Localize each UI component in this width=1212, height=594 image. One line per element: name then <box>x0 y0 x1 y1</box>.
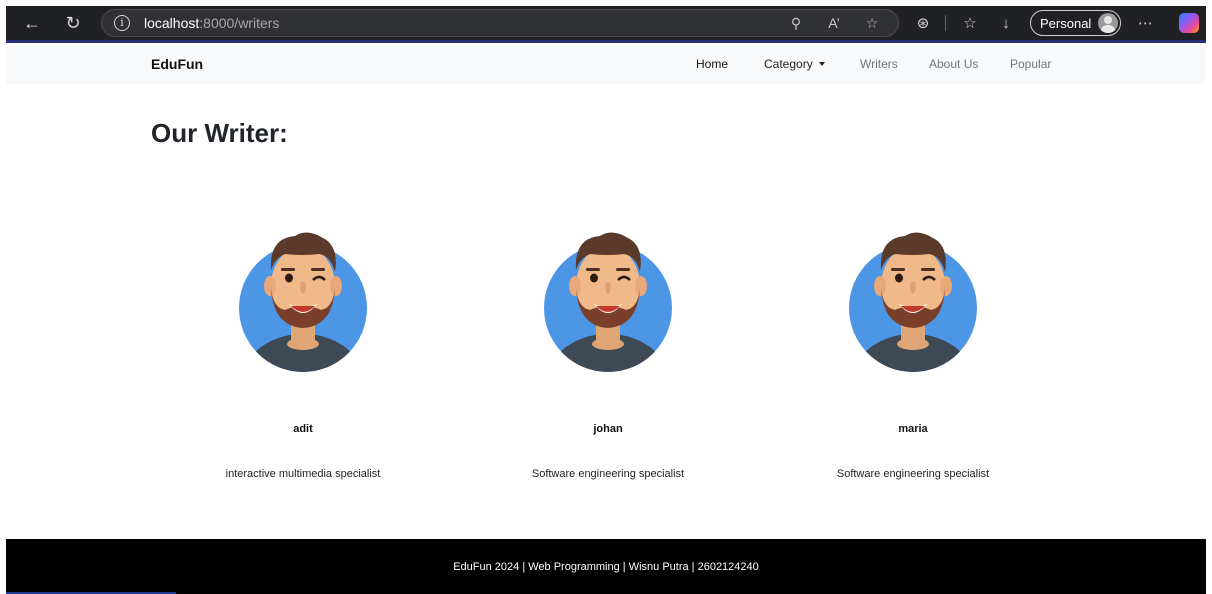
brand-logo[interactable]: EduFun <box>151 56 203 72</box>
nav-category-dropdown[interactable]: Category <box>764 57 860 71</box>
url-text[interactable]: localhost:8000/writers <box>144 15 279 31</box>
writer-avatar[interactable] <box>538 226 678 374</box>
avatar-illustration-icon <box>239 232 367 372</box>
avatar-illustration-icon <box>544 232 672 372</box>
footer-text: EduFun 2024 | Web Programming | Wisnu Pu… <box>453 561 759 573</box>
writer-name: maria <box>898 423 928 435</box>
more-options-icon[interactable]: ⋯ <box>1133 14 1157 32</box>
writer-name: johan <box>593 423 623 435</box>
writer-name: adit <box>293 423 313 435</box>
writer-card[interactable]: johan Software engineering specialist <box>478 226 738 480</box>
caret-down-icon <box>818 62 825 66</box>
nav-category-label: Category <box>764 57 813 71</box>
writer-card[interactable]: maria Software engineering specialist <box>783 226 1043 480</box>
nav-links: Home Category Writers About Us Popular <box>696 57 1051 71</box>
profile-label: Personal <box>1040 15 1092 31</box>
nav-about-us[interactable]: About Us <box>929 57 1010 71</box>
favorites-list-icon[interactable]: ☆ <box>958 14 982 32</box>
read-aloud-icon[interactable]: A’ <box>822 15 846 31</box>
site-info-icon[interactable]: i <box>114 15 130 31</box>
copilot-icon[interactable] <box>1179 13 1200 33</box>
site-navbar: EduFun Home Category Writers About Us Po… <box>6 46 1206 84</box>
profile-button[interactable]: Personal <box>1030 10 1122 36</box>
nav-home[interactable]: Home <box>696 57 764 71</box>
favorite-star-icon[interactable]: ☆ <box>860 15 884 32</box>
writer-card[interactable]: adit interactive multimedia specialist <box>173 226 433 480</box>
nav-writers[interactable]: Writers <box>860 57 929 71</box>
address-bar[interactable]: i localhost:8000/writers ⚲ A’ ☆ <box>101 9 899 37</box>
nav-popular[interactable]: Popular <box>1010 57 1051 71</box>
avatar-illustration-icon <box>849 232 977 372</box>
browser-toolbar: ← ↻ i localhost:8000/writers ⚲ A’ ☆ ⊛ ☆ … <box>6 6 1206 43</box>
profile-avatar-icon <box>1098 13 1119 33</box>
site-footer: EduFun 2024 | Web Programming | Wisnu Pu… <box>6 539 1206 594</box>
zoom-icon[interactable]: ⚲ <box>784 15 808 32</box>
extensions-icon[interactable]: ⊛ <box>911 14 935 32</box>
writer-role: Software engineering specialist <box>836 468 990 480</box>
toolbar-divider <box>945 15 946 31</box>
writer-role: interactive multimedia specialist <box>225 468 381 480</box>
url-path: :8000/writers <box>199 15 280 31</box>
reload-icon[interactable]: ↻ <box>61 11 85 35</box>
writer-avatar[interactable] <box>843 226 983 374</box>
page-title: Our Writer: <box>151 118 288 148</box>
writer-role: Software engineering specialist <box>531 468 685 480</box>
writer-avatar[interactable] <box>233 226 373 374</box>
back-arrow-icon[interactable]: ← <box>20 11 44 35</box>
download-icon[interactable]: ↓ <box>994 15 1018 32</box>
url-host: localhost <box>144 15 200 31</box>
